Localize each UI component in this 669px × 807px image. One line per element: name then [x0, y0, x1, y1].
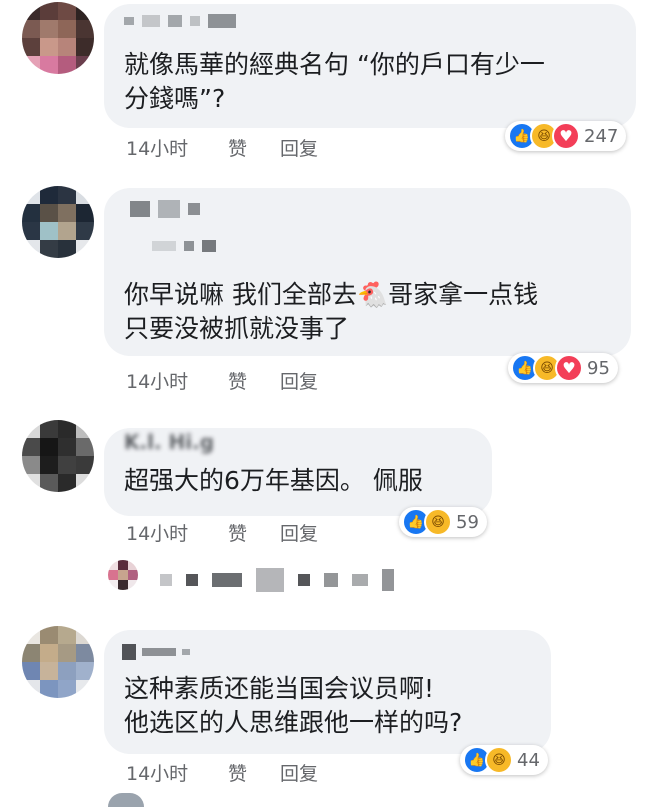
like-button[interactable]: 赞 — [228, 519, 280, 546]
reaction-count: 95 — [587, 357, 610, 379]
avatar — [108, 560, 138, 590]
like-button[interactable]: 赞 — [228, 759, 280, 786]
reaction-count: 247 — [584, 125, 619, 147]
comment-bubble: 就像馬華的經典名句 “你的戶口有少一 分錢嗎”? — [104, 4, 636, 128]
comment-text: 你早说嘛 我们全部去🐔哥家拿一点钱 只要没被抓就没事了 — [124, 280, 539, 343]
reaction-summary[interactable]: 👍 😆 44 — [460, 745, 548, 775]
blurred-author-name[interactable] — [122, 644, 190, 660]
blurred-author-subtitle — [152, 240, 216, 252]
avatar[interactable] — [22, 626, 94, 698]
comment-actions: 14小时 赞 回复 — [126, 367, 318, 394]
timestamp[interactable]: 14小时 — [126, 367, 228, 394]
comment-actions: 14小时 赞 回复 — [126, 759, 318, 786]
reaction-summary[interactable]: 👍 😆 ♥ 95 — [508, 353, 618, 383]
next-comment-avatar-edge — [108, 793, 144, 807]
blurred-author-name[interactable] — [124, 14, 236, 28]
comment-bubble: K.l. Hi.g 超强大的6万年基因。 佩服 — [104, 428, 492, 516]
blurred-reply-text — [160, 568, 394, 592]
author-name[interactable]: K.l. Hi.g — [124, 430, 214, 454]
timestamp[interactable]: 14小时 — [126, 759, 228, 786]
reply-button[interactable]: 回复 — [280, 134, 318, 161]
like-button[interactable]: 赞 — [228, 367, 280, 394]
reaction-count: 59 — [456, 511, 479, 533]
reaction-count: 44 — [517, 749, 540, 771]
comment-bubble: 你早说嘛 我们全部去🐔哥家拿一点钱 只要没被抓就没事了 — [104, 188, 631, 356]
reaction-summary[interactable]: 👍 😆 59 — [399, 507, 487, 537]
avatar[interactable] — [22, 186, 94, 258]
reply-button[interactable]: 回复 — [280, 759, 318, 786]
haha-icon: 😆 — [424, 508, 452, 536]
avatar[interactable] — [22, 2, 94, 74]
comment-text: 就像馬華的經典名句 “你的戶口有少一 分錢嗎”? — [124, 50, 545, 113]
blurred-author-name[interactable] — [130, 200, 200, 218]
love-icon: ♥ — [555, 354, 583, 382]
comment-text: 这种素质还能当国会议员啊! 他选区的人思维跟他一样的吗? — [124, 674, 463, 737]
reaction-summary[interactable]: 👍 😆 ♥ 247 — [505, 121, 627, 151]
like-button[interactable]: 赞 — [228, 134, 280, 161]
collapsed-replies-row[interactable] — [0, 556, 669, 606]
comment-actions: 14小时 赞 回复 — [126, 519, 318, 546]
comment-actions: 14小时 赞 回复 — [126, 134, 318, 161]
reply-button[interactable]: 回复 — [280, 367, 318, 394]
love-icon: ♥ — [552, 122, 580, 150]
avatar[interactable] — [22, 420, 94, 492]
comment-bubble: 这种素质还能当国会议员啊! 他选区的人思维跟他一样的吗? — [104, 630, 551, 754]
reply-button[interactable]: 回复 — [280, 519, 318, 546]
haha-icon: 😆 — [485, 746, 513, 774]
timestamp[interactable]: 14小时 — [126, 519, 228, 546]
timestamp[interactable]: 14小时 — [126, 134, 228, 161]
comment-text: 超强大的6万年基因。 佩服 — [124, 466, 423, 495]
